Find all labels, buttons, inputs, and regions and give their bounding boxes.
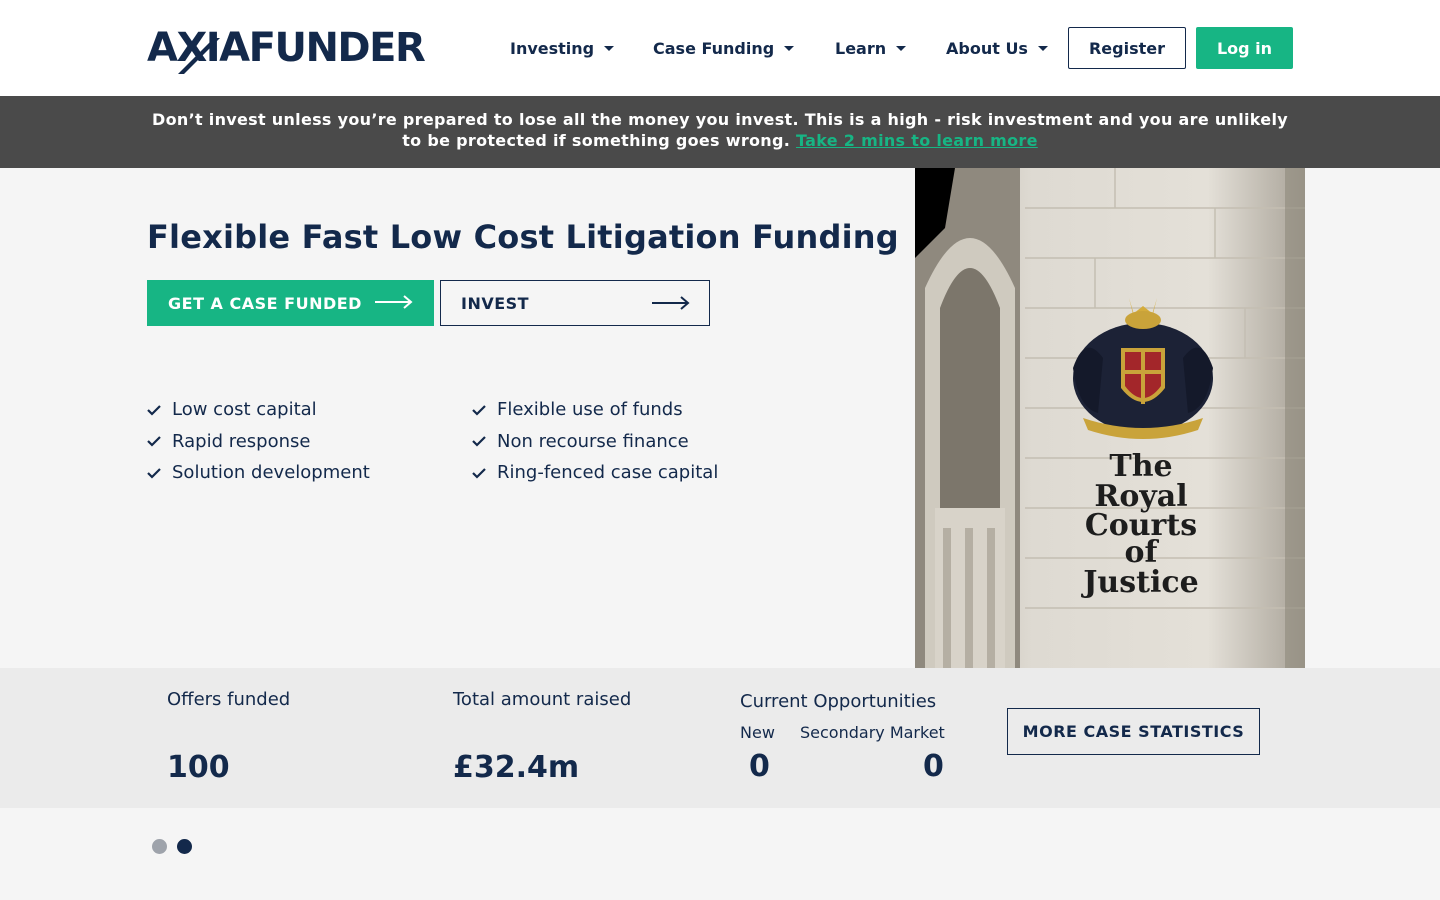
- check-icon: [147, 467, 161, 479]
- get-case-funded-label: GET A CASE FUNDED: [168, 293, 362, 313]
- total-raised-value: £32.4m: [453, 750, 580, 785]
- arrow-right-icon: [652, 296, 690, 310]
- check-icon: [472, 436, 486, 447]
- feature-label: Low cost capital: [172, 399, 317, 421]
- new-opportunities-value: 0: [749, 749, 770, 784]
- royal-courts-illustration: The Royal Courts of Justice: [915, 168, 1305, 668]
- more-case-statistics-button[interactable]: MORE CASE STATISTICS: [1007, 708, 1260, 755]
- get-case-funded-button[interactable]: GET A CASE FUNDED: [147, 280, 434, 326]
- arrow-right-icon: [375, 295, 413, 309]
- caret-down-icon: [604, 45, 615, 51]
- features-list-left: Low cost capital Rapid response Solution…: [147, 394, 370, 489]
- logo-slash-icon: [178, 38, 220, 74]
- invest-button[interactable]: INVEST: [440, 280, 710, 326]
- offers-funded-value: 100: [167, 750, 230, 785]
- caret-down-icon: [784, 45, 795, 51]
- secondary-market-label: Secondary Market: [800, 723, 945, 742]
- feature-item: Solution development: [147, 457, 370, 489]
- secondary-market-value: 0: [923, 749, 944, 784]
- check-icon: [147, 404, 161, 416]
- feature-item: Rapid response: [147, 426, 370, 458]
- caret-down-icon: [896, 45, 907, 51]
- caret-down-icon: [1037, 45, 1048, 51]
- current-opportunities-label: Current Opportunities: [740, 691, 937, 712]
- nav-case-funding[interactable]: Case Funding: [653, 27, 795, 69]
- nav-about-us[interactable]: About Us: [946, 27, 1048, 69]
- axiafunder-logo[interactable]: AXIAFUNDER: [147, 22, 426, 74]
- register-button[interactable]: Register: [1068, 27, 1186, 69]
- login-button[interactable]: Log in: [1196, 27, 1293, 69]
- nav-about-us-label: About Us: [946, 38, 1028, 58]
- risk-warning-banner: Don’t invest unless you’re prepared to l…: [0, 96, 1440, 168]
- nav-learn-label: Learn: [835, 38, 887, 58]
- feature-item: Non recourse finance: [472, 426, 718, 458]
- feature-label: Flexible use of funds: [497, 399, 683, 421]
- check-icon: [472, 467, 486, 479]
- features-list-right: Flexible use of funds Non recourse finan…: [472, 394, 718, 489]
- learn-more-link[interactable]: Take 2 mins to learn more: [796, 131, 1038, 150]
- new-opportunities-label: New: [740, 723, 775, 742]
- check-icon: [472, 404, 486, 416]
- site-header: AXIAFUNDER Investing Case Funding Learn …: [0, 0, 1440, 96]
- nav-case-funding-label: Case Funding: [653, 38, 775, 58]
- invest-label: INVEST: [461, 293, 530, 313]
- offers-funded-label: Offers funded: [167, 689, 291, 710]
- nav-investing[interactable]: Investing: [510, 27, 615, 69]
- svg-text:Justice: Justice: [1080, 565, 1199, 600]
- feature-item: Ring-fenced case capital: [472, 457, 718, 489]
- total-raised-label: Total amount raised: [453, 689, 632, 710]
- carousel-dot-2-active[interactable]: [177, 839, 192, 854]
- feature-item: Flexible use of funds: [472, 394, 718, 426]
- feature-label: Non recourse finance: [497, 430, 689, 452]
- royal-courts-image: The Royal Courts of Justice: [915, 168, 1305, 668]
- risk-warning-text: Don’t invest unless you’re prepared to l…: [152, 110, 1288, 150]
- carousel-dot-1[interactable]: [152, 839, 167, 854]
- check-icon: [147, 436, 161, 447]
- hero-title: Flexible Fast Low Cost Litigation Fundin…: [147, 218, 899, 256]
- feature-label: Rapid response: [172, 430, 311, 452]
- nav-learn[interactable]: Learn: [835, 27, 907, 69]
- feature-item: Low cost capital: [147, 394, 370, 426]
- feature-label: Ring-fenced case capital: [497, 462, 719, 484]
- feature-label: Solution development: [172, 462, 370, 484]
- nav-investing-label: Investing: [510, 38, 595, 58]
